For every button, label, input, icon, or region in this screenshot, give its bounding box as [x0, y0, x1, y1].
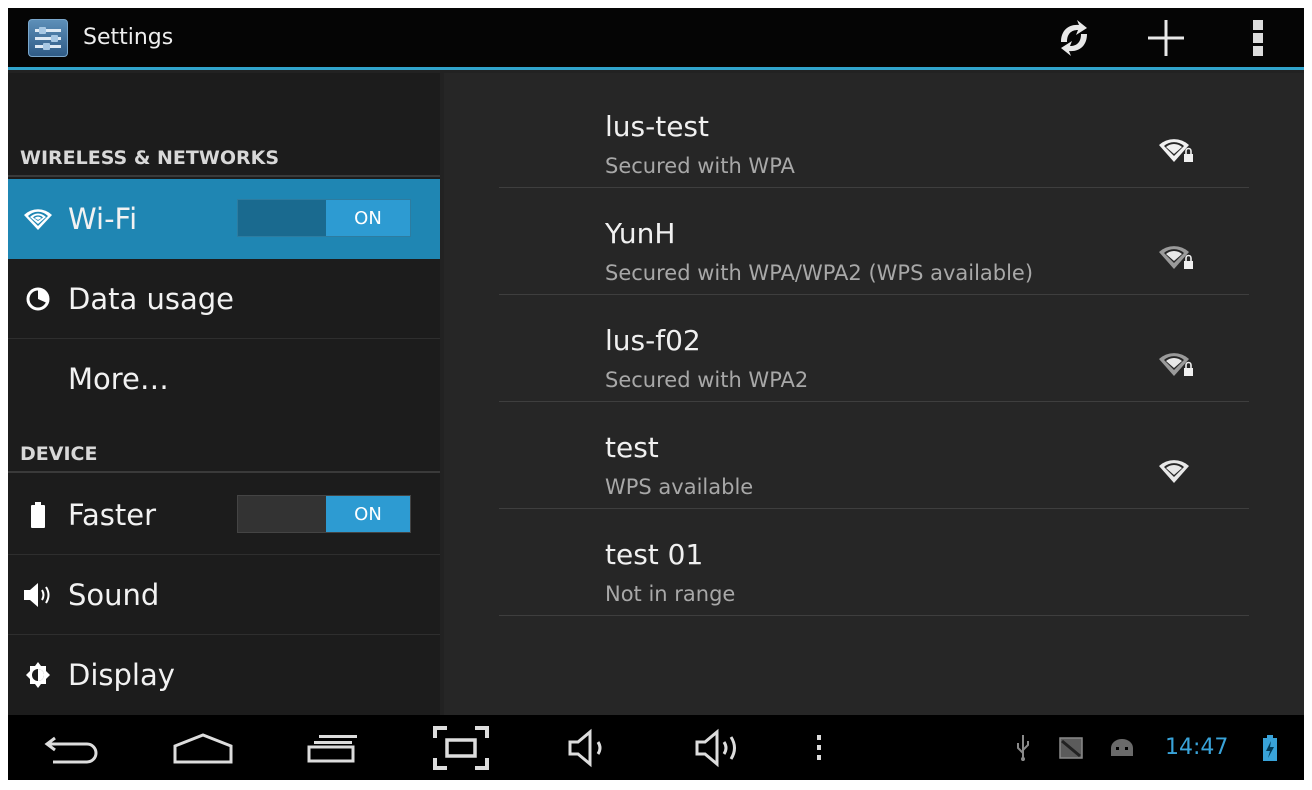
sidebar-item-label: More… [68, 362, 169, 396]
wifi-locked-icon [1159, 139, 1193, 162]
battery-status [1260, 715, 1280, 780]
volume-down-button[interactable] [556, 715, 626, 780]
android-debug-icon [1111, 738, 1133, 756]
battery-charging-icon [1263, 734, 1277, 761]
network-ssid: test 01 [605, 538, 704, 571]
usb-status [1010, 715, 1036, 780]
sidebar-item-data-usage[interactable]: Data usage [8, 259, 440, 339]
sidebar-item-label: Wi-Fi [68, 202, 138, 236]
network-item[interactable]: YunH Secured with WPA/WPA2 (WPS availabl… [499, 189, 1249, 295]
battery-icon [31, 501, 45, 528]
action-bar: Settings [8, 8, 1304, 70]
sidebar-item-label: Faster [68, 497, 157, 532]
settings-app-icon[interactable] [28, 18, 68, 57]
wps-icon [1061, 19, 1087, 56]
network-status: Not in range [605, 582, 736, 606]
network-item[interactable]: lus-test Secured with WPA [499, 82, 1249, 188]
sidebar-item-display[interactable]: Display [8, 635, 440, 715]
home-icon [173, 732, 233, 763]
network-status: Secured with WPA [605, 154, 795, 178]
network-status: Secured with WPA/WPA2 (WPS available) [605, 261, 1034, 285]
overflow-menu-icon [1253, 19, 1263, 56]
page-title: Settings [83, 25, 174, 50]
toggle-on-label: ON [326, 200, 410, 236]
toggle-on-label: ON [326, 496, 410, 532]
faster-toggle[interactable]: ON [237, 495, 411, 533]
recent-apps-icon [307, 734, 357, 762]
network-ssid: test [605, 431, 659, 464]
wifi-icon [1159, 460, 1189, 483]
sidebar-item-label: Display [68, 658, 175, 692]
menu-dots-icon [817, 734, 821, 760]
add-network-icon [1148, 19, 1184, 56]
sidebar-item-wifi[interactable]: Wi-Fi ON [8, 179, 440, 259]
overflow-menu-button[interactable] [1212, 8, 1304, 67]
usb-icon [1017, 734, 1029, 761]
wifi-icon [24, 209, 52, 230]
sidebar-item-faster[interactable]: Faster ON [8, 475, 440, 555]
debug-notification[interactable] [1106, 715, 1138, 780]
network-ssid: lus-test [605, 110, 709, 143]
volume-up-button[interactable] [686, 715, 756, 780]
wifi-locked-icon [1159, 246, 1193, 269]
image-notification-icon [1059, 736, 1083, 759]
tablet-screen: Settings WIRELESS & NETWORKS Wi-Fi ON Da… [8, 8, 1304, 780]
data-usage-icon [26, 287, 50, 310]
sidebar-item-more[interactable]: More… [8, 339, 440, 419]
network-item[interactable]: lus-f02 Secured with WPA2 [499, 296, 1249, 402]
recent-apps-button[interactable] [298, 715, 368, 780]
wps-button[interactable] [1028, 8, 1120, 67]
back-button[interactable] [38, 715, 108, 780]
network-status: WPS available [605, 475, 754, 499]
brightness-icon [26, 662, 50, 688]
wifi-locked-icon [1159, 353, 1193, 376]
volume-down-icon [568, 728, 602, 767]
home-button[interactable] [168, 715, 238, 780]
speaker-icon [24, 582, 50, 607]
sidebar-item-label: Sound [68, 577, 160, 612]
add-network-button[interactable] [1120, 8, 1212, 67]
wifi-network-list: lus-test Secured with WPA YunH Secured w… [444, 73, 1304, 715]
screenshot-button[interactable] [426, 715, 496, 780]
sidebar-item-label: Data usage [68, 281, 234, 316]
image-notification[interactable] [1056, 715, 1086, 780]
network-item[interactable]: test 01 Not in range [499, 510, 1249, 616]
section-header-wireless: WIRELESS & NETWORKS [8, 141, 440, 177]
system-navigation-bar: 14:47 [8, 715, 1304, 780]
network-ssid: lus-f02 [605, 324, 701, 357]
section-header-device: DEVICE [8, 437, 440, 473]
status-clock: 14:47 [1165, 735, 1229, 760]
settings-category-list: WIRELESS & NETWORKS Wi-Fi ON Data usage … [8, 73, 440, 715]
volume-up-icon [695, 728, 736, 767]
network-status: Secured with WPA2 [605, 368, 809, 392]
network-item[interactable]: test WPS available [499, 403, 1249, 509]
sidebar-item-sound[interactable]: Sound [8, 555, 440, 635]
menu-button[interactable] [804, 715, 834, 780]
screenshot-icon [433, 725, 489, 770]
back-icon [44, 736, 98, 763]
network-ssid: YunH [605, 217, 676, 250]
wifi-toggle[interactable]: ON [237, 199, 411, 237]
